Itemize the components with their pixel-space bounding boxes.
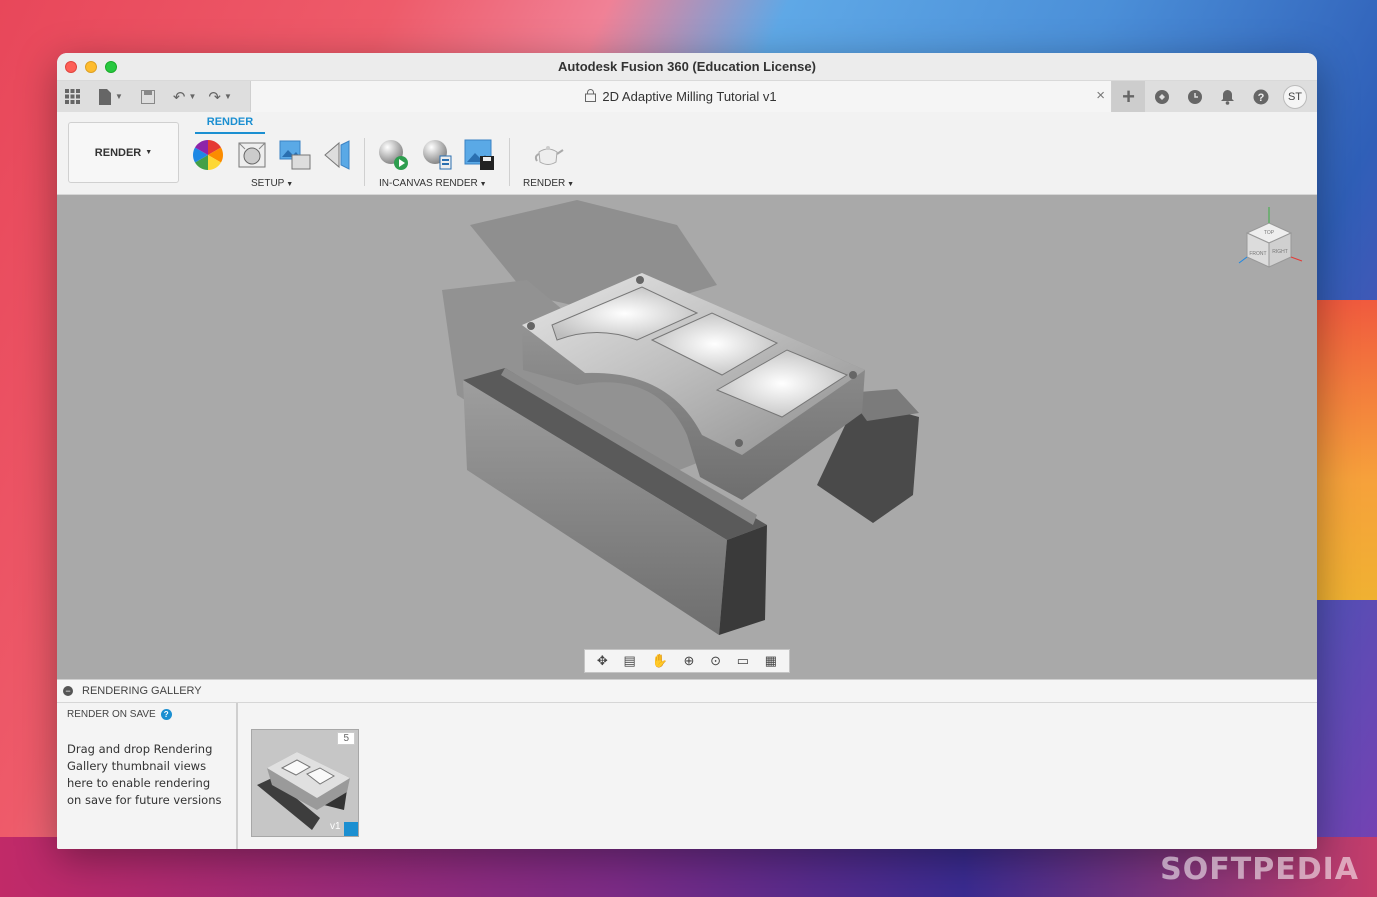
viewcube-front-label: FRONT bbox=[1249, 251, 1266, 257]
viewcube-top-label: TOP bbox=[1264, 230, 1275, 236]
quick-access-toolbar: ▼ ↶ ▼ ↷ ▼ bbox=[57, 81, 250, 112]
thumbnail-render-count: 5 bbox=[337, 732, 355, 745]
file-menu-icon[interactable] bbox=[98, 88, 112, 105]
document-tab-title: 2D Adaptive Milling Tutorial v1 bbox=[602, 89, 777, 104]
orbit-icon[interactable]: ✥ bbox=[597, 653, 608, 669]
viewcube-right-label: RIGHT bbox=[1272, 249, 1288, 255]
help-icon[interactable]: ? bbox=[1244, 81, 1277, 112]
extensions-icon[interactable] bbox=[1145, 81, 1178, 112]
render-on-save-panel[interactable]: RENDER ON SAVE ? Drag and drop Rendering… bbox=[57, 703, 238, 849]
svg-text:?: ? bbox=[1257, 92, 1264, 104]
active-tab-indicator bbox=[195, 132, 265, 134]
in-canvas-render-group-label[interactable]: IN-CANVAS RENDER ▼ bbox=[379, 178, 487, 189]
texture-map-controls-icon[interactable] bbox=[278, 138, 312, 172]
undo-icon[interactable]: ↶ bbox=[173, 88, 186, 106]
close-tab-icon[interactable]: × bbox=[1096, 87, 1105, 104]
desktop-wallpaper-right bbox=[1307, 300, 1377, 600]
job-status-clock-icon[interactable] bbox=[1178, 81, 1211, 112]
rendering-gallery-header[interactable]: − RENDERING GALLERY bbox=[57, 679, 1317, 703]
close-window-button[interactable] bbox=[65, 61, 77, 73]
grid-settings-icon[interactable]: ▦ bbox=[765, 653, 777, 669]
workspace-dropdown-icon: ▼ bbox=[145, 149, 153, 156]
thumbnail-image bbox=[252, 730, 358, 836]
model-render: FRONT RIGHT TOP bbox=[442, 200, 1303, 635]
lock-icon bbox=[585, 88, 597, 105]
zoom-icon[interactable]: ⊕ bbox=[683, 653, 694, 669]
toolbar-separator bbox=[364, 138, 365, 186]
document-tab-bar: ▼ ↶ ▼ ↷ ▼ 2D Adaptive Milling Tutorial v… bbox=[57, 81, 1317, 112]
file-menu-dropdown-icon[interactable]: ▼ bbox=[115, 92, 123, 101]
window-title: Autodesk Fusion 360 (Education License) bbox=[558, 59, 816, 74]
appearance-color-wheel-icon[interactable] bbox=[191, 138, 225, 172]
in-canvas-render-group-text: IN-CANVAS RENDER bbox=[379, 178, 478, 189]
app-window: Autodesk Fusion 360 (Education License) … bbox=[57, 53, 1317, 849]
undo-dropdown-icon[interactable]: ▼ bbox=[189, 92, 197, 101]
workspace-switcher-button[interactable]: RENDER ▼ bbox=[68, 122, 179, 183]
3d-canvas-viewport[interactable]: FRONT RIGHT TOP ✥ ▤ ✋ ⊕ ⊙ ▭ ▦ bbox=[57, 195, 1317, 679]
rendering-gallery-body: RENDER ON SAVE ? Drag and drop Rendering… bbox=[57, 703, 1317, 849]
fit-zoom-window-icon[interactable]: ⊙ bbox=[710, 653, 721, 669]
redo-icon[interactable]: ↷ bbox=[208, 88, 221, 106]
user-avatar[interactable]: ST bbox=[1283, 84, 1307, 109]
toolbar-separator bbox=[509, 138, 510, 186]
render-group-text: RENDER bbox=[523, 178, 566, 189]
render-on-save-description: Drag and drop Rendering Gallery thumbnai… bbox=[67, 742, 222, 807]
redo-dropdown-icon[interactable]: ▼ bbox=[224, 92, 232, 101]
document-tab[interactable]: 2D Adaptive Milling Tutorial v1 × bbox=[250, 81, 1112, 112]
rendering-gallery-title: RENDERING GALLERY bbox=[82, 685, 202, 697]
maximize-window-button[interactable] bbox=[105, 61, 117, 73]
setup-group-label[interactable]: SETUP ▼ bbox=[251, 178, 293, 189]
render-teapot-icon[interactable] bbox=[531, 138, 565, 172]
in-canvas-render-icon[interactable] bbox=[376, 138, 410, 172]
render-quality-badge-icon bbox=[344, 822, 358, 836]
title-bar: Autodesk Fusion 360 (Education License) bbox=[57, 53, 1317, 81]
look-at-icon[interactable]: ▤ bbox=[624, 653, 636, 669]
render-on-save-title: RENDER ON SAVE ? bbox=[67, 709, 172, 720]
thumbnail-version: v1 bbox=[330, 821, 341, 832]
help-question-icon[interactable]: ? bbox=[160, 709, 172, 720]
notifications-bell-icon[interactable] bbox=[1211, 81, 1244, 112]
decal-icon[interactable] bbox=[320, 138, 354, 172]
in-canvas-render-settings-icon[interactable] bbox=[420, 138, 454, 172]
setup-group-text: SETUP bbox=[251, 178, 285, 189]
render-on-save-label: RENDER ON SAVE bbox=[67, 709, 156, 720]
workspace-switcher-label: RENDER bbox=[94, 146, 142, 159]
viewcube: FRONT RIGHT TOP bbox=[1238, 207, 1303, 268]
collapse-panel-icon[interactable]: − bbox=[63, 686, 73, 696]
navigation-bar: ✥ ▤ ✋ ⊕ ⊙ ▭ ▦ bbox=[584, 649, 790, 673]
display-settings-icon[interactable]: ▭ bbox=[737, 653, 749, 669]
softpedia-watermark: SOFTPEDIA bbox=[1160, 852, 1359, 887]
ribbon-toolbar: RENDER ▼ RENDER SETUP ▼ IN-CANVAS RENDER… bbox=[57, 112, 1317, 195]
minimize-window-button[interactable] bbox=[85, 61, 97, 73]
scene-settings-icon[interactable] bbox=[235, 138, 269, 172]
gallery-thumbnail[interactable]: 5 v1 bbox=[251, 729, 359, 837]
capture-image-icon[interactable] bbox=[463, 138, 497, 172]
render-group-label[interactable]: RENDER ▼ bbox=[523, 178, 574, 189]
window-controls bbox=[65, 61, 117, 73]
save-icon[interactable] bbox=[140, 89, 155, 104]
tab-render[interactable]: RENDER bbox=[195, 116, 265, 128]
pan-hand-icon[interactable]: ✋ bbox=[652, 653, 668, 669]
application-bar-right: + ? ST bbox=[1112, 81, 1317, 112]
data-panel-grid-icon[interactable] bbox=[65, 89, 80, 104]
new-tab-plus-icon[interactable]: + bbox=[1112, 81, 1145, 112]
